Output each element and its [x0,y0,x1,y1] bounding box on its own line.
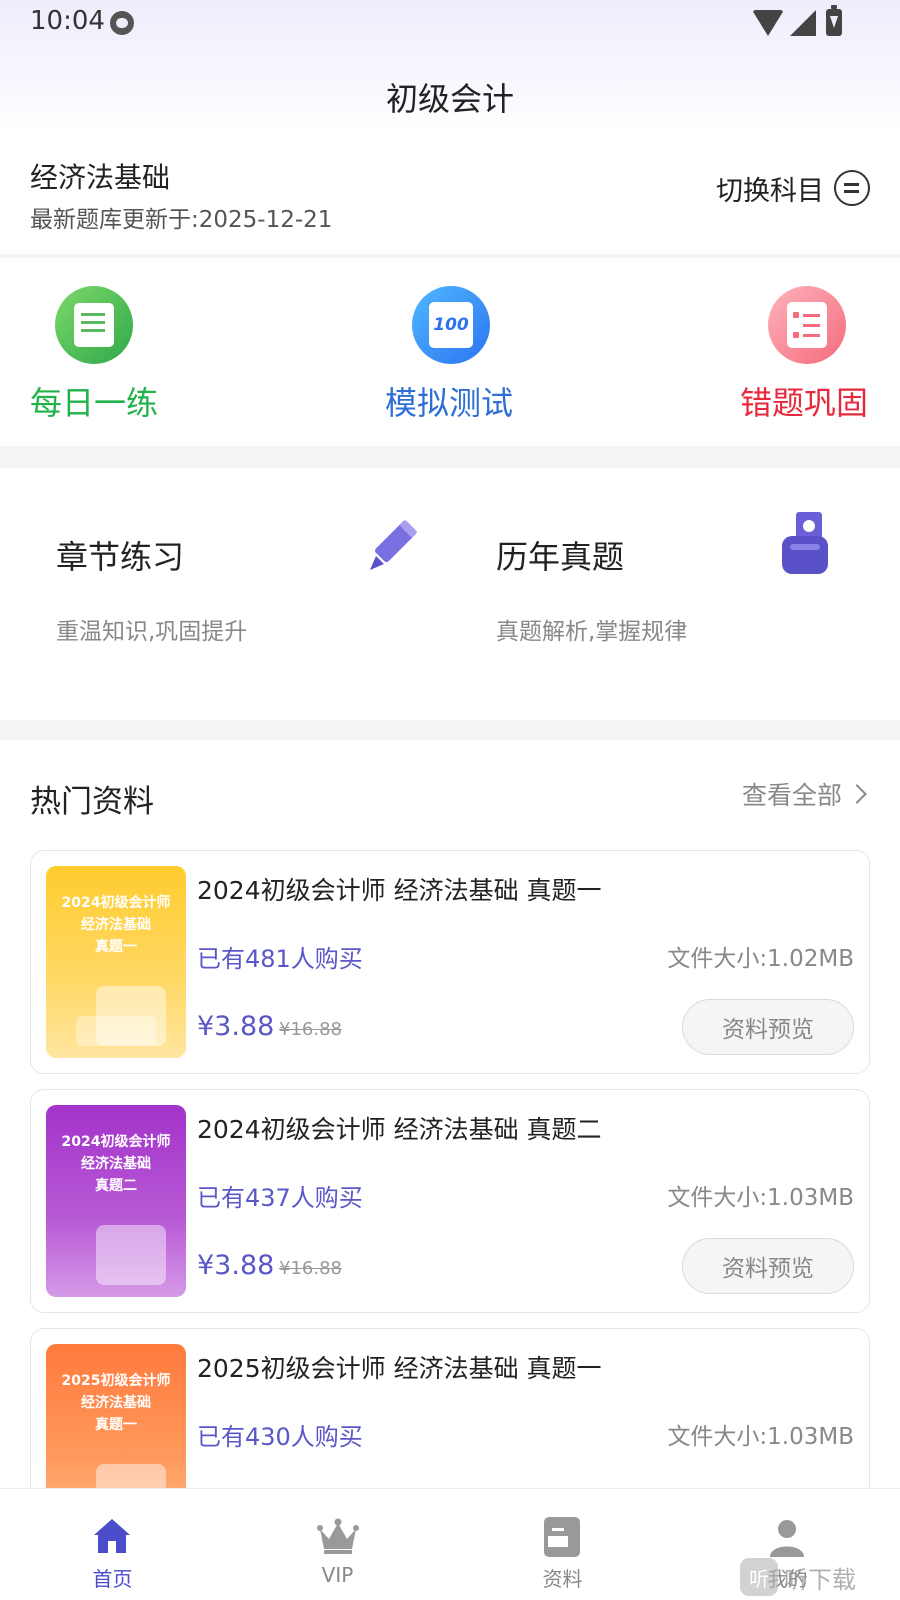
tab-home-label: 首页 [92,1567,133,1591]
quick-actions: 每日一练 100 模拟测试 错题巩固 [0,258,900,446]
cover-line: 2024初级会计师 [61,1134,171,1150]
switch-subject-button[interactable]: 切换科目 [716,168,870,208]
tab-vip-label: VIP [321,1563,354,1587]
view-all-link[interactable]: 查看全部 [741,776,867,812]
swap-arrows-icon [834,170,870,206]
daily-practice-label: 每日一练 [30,384,159,422]
chevron-right-icon [847,784,867,804]
material-buyers: 已有437人购买 [197,1184,363,1212]
material-preview-button[interactable]: 资料预览 [682,1238,854,1294]
chapter-practice-desc: 重温知识,巩固提升 [56,619,248,645]
wrong-questions-label: 错题巩固 [740,384,869,422]
mock-test-button[interactable]: 100 模拟测试 [385,286,565,426]
material-old-price: ¥16.88 [279,1258,342,1279]
cover-line: 真题一 [95,1417,137,1433]
material-title: 2025初级会计师 经济法基础 真题一 [197,1354,602,1383]
hot-materials-section: 热门资料 查看全部 2024初级会计师 经济法基础 真题一 2024初级会计师 … [0,740,900,1552]
subject-section: 经济法基础 最新题库更新于:2025-12-21 切换科目 [0,130,900,254]
material-size: 文件大小:1.02MB [667,946,854,972]
status-time: 10:04 [30,6,105,36]
material-price: ¥3.88 [197,1011,275,1042]
chapter-practice-card[interactable]: 章节练习 重温知识,巩固提升 [0,468,420,720]
material-old-price: ¥16.88 [279,1019,342,1040]
page-title: 初级会计 [385,80,514,118]
mock-test-100-icon: 100 [412,286,490,364]
cover-line: 经济法基础 [81,1156,151,1172]
view-all-label: 查看全部 [741,781,842,810]
tab-home[interactable]: 首页 [0,1489,225,1600]
wifi-icon [752,10,784,36]
watermark-text: 听下载 [784,1565,856,1594]
hot-materials-title: 热门资料 [30,784,154,820]
tab-vip[interactable]: VIP [225,1489,450,1600]
material-item[interactable]: 2024初级会计师 经济法基础 真题二 2024初级会计师 经济法基础 真题二 … [30,1089,870,1313]
chapter-practice-title: 章节练习 [56,538,185,576]
past-exams-desc: 真题解析,掌握规律 [496,619,688,645]
subject-name: 经济法基础 [30,161,171,194]
material-size: 文件大小:1.03MB [667,1185,854,1211]
pencil-icon [370,520,417,570]
material-cover: 2024初级会计师 经济法基础 真题一 [46,866,186,1058]
cat-face-icon [110,11,134,35]
crown-icon [317,1518,359,1554]
material-buyers: 已有430人购买 [197,1423,363,1451]
daily-practice-button[interactable]: 每日一练 [30,286,210,426]
battery-charging-icon [826,5,842,36]
wrong-questions-icon [768,286,846,364]
signal-icon [790,10,816,36]
cover-line: 2025初级会计师 [61,1373,171,1389]
hand-money-icon [782,512,828,574]
material-cover: 2024初级会计师 经济法基础 真题二 [46,1105,186,1297]
subject-update-text: 最新题库更新于:2025-12-21 [30,207,333,233]
books-illustration [76,1016,156,1046]
material-buyers: 已有481人购买 [197,945,363,973]
cover-line: 真题一 [95,939,137,955]
cover-line: 2024初级会计师 [61,895,171,911]
past-exams-card[interactable]: 历年真题 真题解析,掌握规律 [440,468,860,720]
mock-test-label: 模拟测试 [385,384,514,422]
cover-line: 经济法基础 [81,1395,151,1411]
past-exams-title: 历年真题 [496,538,625,576]
tab-materials-label: 资料 [542,1567,583,1591]
material-title: 2024初级会计师 经济法基础 真题二 [197,1115,602,1144]
wrong-questions-button[interactable]: 错题巩固 [740,286,900,426]
tab-materials[interactable]: 资料 [450,1489,675,1600]
material-price: ¥3.88 [197,1250,275,1281]
daily-practice-icon [55,286,133,364]
watermark: 听 听下载 [740,1558,856,1596]
document-icon [544,1517,580,1557]
material-title: 2024初级会计师 经济法基础 真题一 [197,876,602,905]
notepad-illustration [96,1225,166,1285]
switch-subject-label: 切换科目 [716,175,824,207]
material-preview-button[interactable]: 资料预览 [682,999,854,1055]
top-header-area: 10:04 初级会计 [0,0,900,130]
user-icon [770,1520,804,1557]
material-size: 文件大小:1.03MB [667,1424,854,1450]
practice-section: 章节练习 重温知识,巩固提升 历年真题 真题解析,掌握规律 [0,468,900,720]
status-bar: 10:04 [0,0,900,46]
cover-line: 真题二 [95,1178,137,1194]
material-item[interactable]: 2024初级会计师 经济法基础 真题一 2024初级会计师 经济法基础 真题一 … [30,850,870,1074]
home-icon [94,1519,130,1553]
watermark-logo: 听 [740,1558,778,1596]
cover-line: 经济法基础 [81,917,151,933]
